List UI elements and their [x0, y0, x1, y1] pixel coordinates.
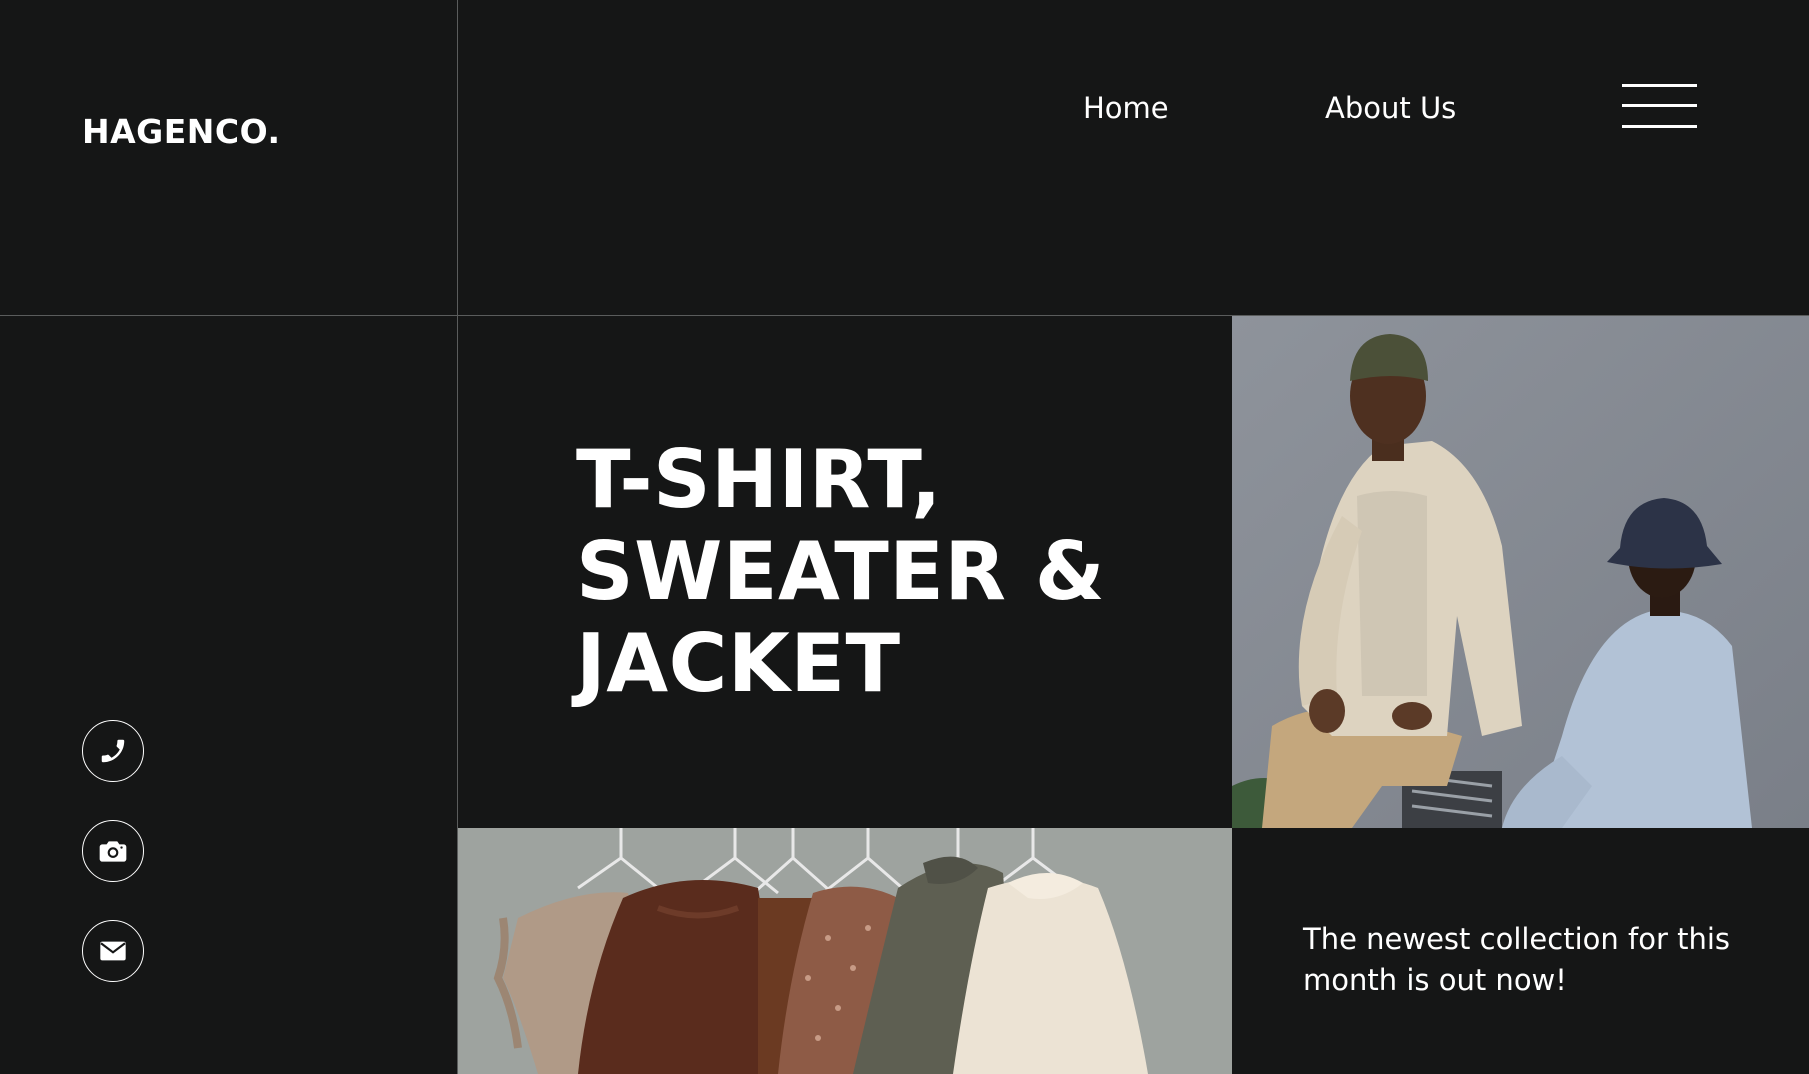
mail-icon	[100, 941, 126, 961]
menu-line	[1622, 125, 1697, 128]
nav-home-link[interactable]: Home	[1083, 91, 1169, 125]
phone-button[interactable]	[82, 720, 144, 782]
mail-button[interactable]	[82, 920, 144, 982]
collection-tagline: The newest collection for this month is …	[1303, 922, 1730, 997]
two-models-photo	[1232, 316, 1809, 828]
camera-button[interactable]	[82, 820, 144, 882]
hero-title-line: T-SHIRT,	[576, 433, 942, 526]
landing-page: HAGENCO. Home About Us T-SHIRT, SWEATER …	[0, 0, 1809, 1074]
clothes-on-hangers-photo	[458, 828, 1232, 1074]
hero-title-line: JACKET	[576, 617, 901, 710]
hamburger-menu-icon[interactable]	[1622, 84, 1697, 128]
nav-about-link[interactable]: About Us	[1325, 91, 1456, 125]
camera-icon	[99, 841, 127, 862]
hero-title-line: SWEATER &	[576, 525, 1106, 618]
brand-logo[interactable]: HAGENCO.	[82, 112, 281, 151]
phone-icon	[101, 739, 125, 763]
menu-line	[1622, 104, 1697, 107]
menu-line	[1622, 84, 1697, 87]
hero-title: T-SHIRT, SWEATER & JACKET	[576, 434, 1105, 710]
